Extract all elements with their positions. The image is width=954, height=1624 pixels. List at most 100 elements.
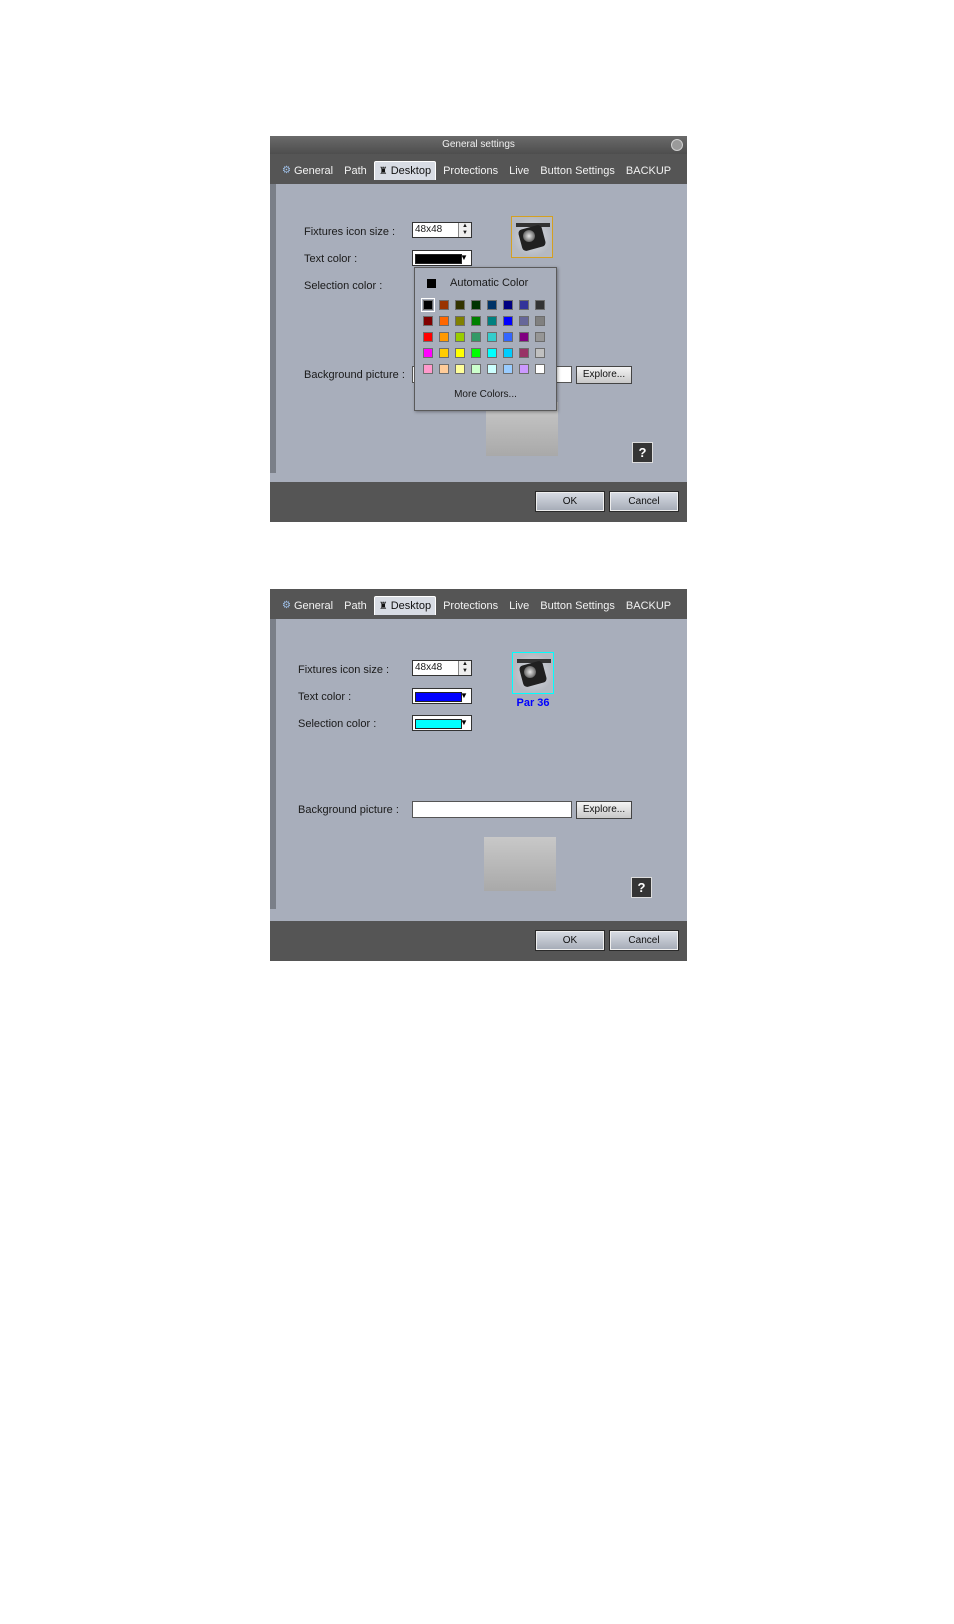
tab-button-settings[interactable]: Button Settings [536, 162, 619, 180]
color-swatch-option[interactable] [535, 348, 545, 358]
color-swatch-option[interactable] [519, 332, 529, 342]
color-swatch-option[interactable] [535, 364, 545, 374]
color-swatch-option[interactable] [439, 332, 449, 342]
color-swatch-option[interactable] [519, 348, 529, 358]
fixture-icon: ♜ [378, 165, 388, 177]
more-colors-option[interactable]: More Colors... [415, 389, 556, 400]
color-swatch-option[interactable] [439, 316, 449, 326]
color-swatch-option[interactable] [487, 364, 497, 374]
color-swatch-option[interactable] [455, 332, 465, 342]
text-color-picker[interactable]: ▼ [412, 250, 472, 266]
color-swatch-option[interactable] [503, 364, 513, 374]
spinner-arrows-icon[interactable]: ▲ ▼ [458, 661, 471, 675]
color-swatch-option[interactable] [455, 364, 465, 374]
selection-color-label: Selection color : [304, 280, 383, 292]
color-swatch-option[interactable] [455, 348, 465, 358]
cancel-button[interactable]: Cancel [609, 930, 679, 951]
chevron-down-icon[interactable]: ▼ [459, 717, 469, 729]
color-swatch-option[interactable] [471, 348, 481, 358]
color-swatch-option[interactable] [519, 300, 529, 310]
tab-path[interactable]: Path [340, 162, 371, 180]
tab-protections[interactable]: Protections [439, 597, 502, 615]
background-picture-label: Background picture : [304, 369, 405, 381]
color-swatch-option[interactable] [455, 300, 465, 310]
tab-bar: ⚙ General Path ♜ Desktop Protections Liv… [270, 154, 687, 184]
color-swatch-option[interactable] [439, 348, 449, 358]
background-picture-label: Background picture : [298, 804, 399, 816]
color-swatch-option[interactable] [455, 316, 465, 326]
color-swatch-option[interactable] [487, 300, 497, 310]
fixture-icon: ♜ [378, 600, 388, 612]
tab-button-settings[interactable]: Button Settings [536, 597, 619, 615]
selection-color-label: Selection color : [298, 718, 377, 730]
tab-general[interactable]: ⚙ General [278, 597, 337, 615]
fixture-lamp-icon [524, 666, 536, 678]
color-swatch-option[interactable] [487, 348, 497, 358]
color-picker-popup: Automatic Color More Colors... [414, 267, 557, 411]
tab-general[interactable]: ⚙ General [278, 162, 337, 180]
color-swatch-option[interactable] [471, 332, 481, 342]
help-button[interactable]: ? [631, 877, 652, 898]
wrench-icon: ⚙ [282, 165, 291, 176]
color-swatch-option[interactable] [487, 332, 497, 342]
tab-protections[interactable]: Protections [439, 162, 502, 180]
selection-color-swatch [415, 719, 462, 729]
automatic-color-option[interactable]: Automatic Color [427, 277, 528, 289]
fixture-preview [512, 652, 554, 694]
wrench-icon: ⚙ [282, 600, 291, 611]
color-swatch-option[interactable] [503, 316, 513, 326]
selection-color-picker[interactable]: ▼ [412, 715, 472, 731]
color-swatch-option[interactable] [423, 316, 433, 326]
tab-bar: ⚙ General Path ♜ Desktop Protections Liv… [270, 589, 687, 619]
color-swatch-option[interactable] [423, 332, 433, 342]
fixture-lamp-icon [523, 230, 535, 242]
tab-path[interactable]: Path [340, 597, 371, 615]
fixture-preview [511, 216, 553, 258]
color-swatch-option[interactable] [487, 316, 497, 326]
color-swatch-option[interactable] [503, 348, 513, 358]
color-swatch-option[interactable] [471, 364, 481, 374]
fixtures-icon-size-spinner[interactable]: 48x48 ▲ ▼ [412, 660, 472, 676]
text-color-picker[interactable]: ▼ [412, 688, 472, 704]
text-color-swatch [415, 254, 462, 264]
tab-live[interactable]: Live [505, 597, 533, 615]
ok-button[interactable]: OK [535, 930, 605, 951]
explore-button[interactable]: Explore... [576, 801, 632, 819]
color-swatch-option[interactable] [439, 300, 449, 310]
fixtures-icon-size-label: Fixtures icon size : [298, 664, 390, 676]
color-swatch-option[interactable] [519, 316, 529, 326]
dialog-titlebar: General settings [270, 136, 687, 154]
text-color-label: Text color : [298, 691, 352, 703]
color-swatch-option[interactable] [439, 364, 449, 374]
fixtures-icon-size-spinner[interactable]: 48x48 ▲ ▼ [412, 222, 472, 238]
color-swatch-option[interactable] [535, 300, 545, 310]
close-icon[interactable] [671, 139, 683, 151]
tab-desktop[interactable]: ♜ Desktop [373, 161, 437, 180]
explore-button[interactable]: Explore... [576, 366, 632, 384]
color-swatch-option[interactable] [535, 332, 545, 342]
color-swatch-option[interactable] [503, 300, 513, 310]
chevron-down-icon[interactable]: ▼ [459, 690, 469, 702]
spinner-arrows-icon[interactable]: ▲ ▼ [458, 223, 471, 237]
color-swatch-option[interactable] [519, 364, 529, 374]
tab-desktop[interactable]: ♜ Desktop [373, 596, 437, 615]
color-swatch-option[interactable] [503, 332, 513, 342]
cancel-button[interactable]: Cancel [609, 491, 679, 512]
tab-backup[interactable]: BACKUP [622, 597, 675, 615]
tab-live[interactable]: Live [505, 162, 533, 180]
color-swatch-option[interactable] [423, 364, 433, 374]
background-picture-input[interactable] [412, 801, 572, 818]
color-swatch-option[interactable] [421, 298, 435, 312]
chevron-down-icon[interactable]: ▼ [459, 252, 469, 264]
color-swatch-option[interactable] [423, 348, 433, 358]
help-button[interactable]: ? [632, 442, 653, 463]
color-swatch-option[interactable] [471, 316, 481, 326]
fixture-name-label: Par 36 [516, 697, 550, 709]
color-swatch-option[interactable] [535, 316, 545, 326]
ok-button[interactable]: OK [535, 491, 605, 512]
background-preview [484, 837, 556, 891]
tab-backup[interactable]: BACKUP [622, 162, 675, 180]
color-swatch-option[interactable] [471, 300, 481, 310]
dialog-title: General settings [442, 139, 515, 150]
dialog-footer: OK Cancel [270, 921, 687, 961]
